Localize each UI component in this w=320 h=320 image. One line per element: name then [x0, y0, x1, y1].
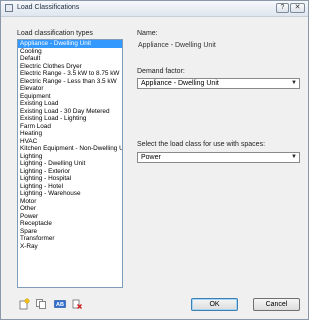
list-item[interactable]: Spare [18, 228, 122, 236]
name-value: Appliance - Dwelling Unit [138, 42, 216, 49]
load-class-value: Power [141, 154, 161, 161]
list-item[interactable]: Cooling [18, 48, 122, 56]
help-button[interactable]: ? [276, 3, 289, 13]
list-item[interactable]: Kitchen Equipment - Non-Dwelling Unit [18, 145, 122, 153]
demand-factor-value: Appliance - Dwelling Unit [141, 80, 219, 87]
list-item[interactable]: Electric Range - 3.5 kW to 8.75 kW [18, 70, 122, 78]
list-label: Load classification types [17, 30, 93, 37]
list-item[interactable]: Power [18, 213, 122, 221]
cancel-button[interactable]: Cancel [253, 298, 300, 311]
svg-text:AB: AB [56, 302, 64, 308]
list-item[interactable]: Lighting - Warehouse [18, 190, 122, 198]
list-item[interactable]: Lighting - Dwelling Unit [18, 160, 122, 168]
list-item[interactable]: Motor [18, 198, 122, 206]
list-item[interactable]: X-Ray [18, 243, 122, 251]
title-bar: Load Classifications ? ✕ [1, 1, 308, 17]
list-item[interactable]: Receptacle [18, 220, 122, 228]
list-item[interactable]: Existing Load - Lighting [18, 115, 122, 123]
list-item[interactable]: Equipment [18, 93, 122, 101]
window-title: Load Classifications [17, 4, 80, 11]
list-item[interactable]: Elevator [18, 85, 122, 93]
list-item[interactable]: Existing Load - 30 Day Metered [18, 108, 122, 116]
load-classification-list[interactable]: Appliance - Dwelling Unit Cooling Default E… [17, 39, 123, 288]
list-item[interactable]: Default [18, 55, 122, 63]
chevron-down-icon: ▼ [291, 154, 297, 160]
demand-factor-label: Demand factor: [137, 68, 185, 75]
list-item[interactable]: Other [18, 205, 122, 213]
rename-icon[interactable]: AB [54, 298, 66, 310]
list-item[interactable]: Electric Range - Less than 3.5 kW [18, 78, 122, 86]
list-item[interactable]: Heating [18, 130, 122, 138]
list-item[interactable]: HVAC [18, 138, 122, 146]
load-classifications-dialog: Load Classifications ? ✕ Load classifica… [0, 0, 309, 320]
app-icon [5, 4, 13, 12]
close-button[interactable]: ✕ [290, 3, 305, 13]
list-item[interactable]: Lighting - Hotel [18, 183, 122, 191]
chevron-down-icon: ▼ [291, 80, 297, 86]
list-item[interactable]: Lighting [18, 153, 122, 161]
list-item[interactable]: Lighting - Hospital [18, 175, 122, 183]
load-class-label: Select the load class for use with space… [137, 141, 266, 148]
list-item[interactable]: Transformer [18, 235, 122, 243]
load-class-select[interactable]: Power ▼ [137, 152, 300, 163]
list-item[interactable]: Electric Clothes Dryer [18, 63, 122, 71]
new-icon[interactable] [18, 298, 30, 310]
list-item[interactable]: Farm Load [18, 123, 122, 131]
list-item[interactable]: Existing Load [18, 100, 122, 108]
duplicate-icon[interactable] [35, 298, 47, 310]
name-label: Name: [137, 30, 158, 37]
demand-factor-select[interactable]: Appliance - Dwelling Unit ▼ [137, 78, 300, 89]
ok-button[interactable]: OK [191, 298, 238, 311]
list-item[interactable]: Lighting - Exterior [18, 168, 122, 176]
delete-icon[interactable] [71, 298, 83, 310]
list-item[interactable]: Appliance - Dwelling Unit [18, 40, 122, 48]
